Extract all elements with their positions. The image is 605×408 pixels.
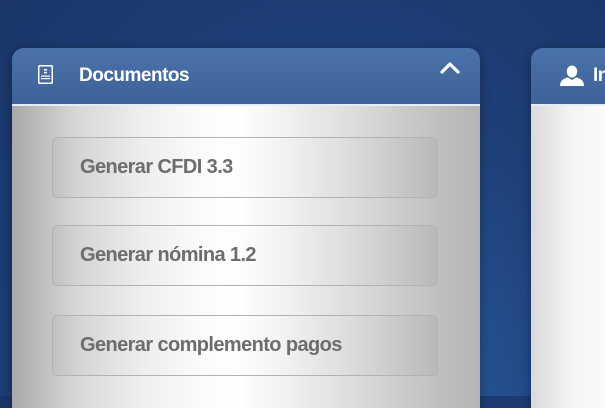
document-icon — [38, 65, 53, 84]
info-panel: In — [531, 48, 605, 408]
documents-panel-title: Documentos — [79, 65, 190, 86]
user-icon — [560, 65, 584, 86]
generate-cfdi-button[interactable]: Generar CFDI 3.3 — [52, 137, 438, 198]
documents-panel-header[interactable]: Documentos — [12, 48, 480, 106]
documents-panel: Documentos Generar CFDI 3.3 Generar nómi… — [12, 48, 480, 408]
info-panel-header[interactable]: In — [531, 48, 605, 106]
generate-payment-complement-button[interactable]: Generar complemento pagos — [52, 315, 438, 376]
documents-panel-body: Generar CFDI 3.3 Generar nómina 1.2 Gene… — [12, 106, 480, 408]
info-panel-body — [531, 106, 605, 408]
generate-payroll-button[interactable]: Generar nómina 1.2 — [52, 225, 438, 286]
info-panel-title: In — [593, 65, 605, 86]
chevron-up-icon[interactable] — [438, 60, 462, 76]
